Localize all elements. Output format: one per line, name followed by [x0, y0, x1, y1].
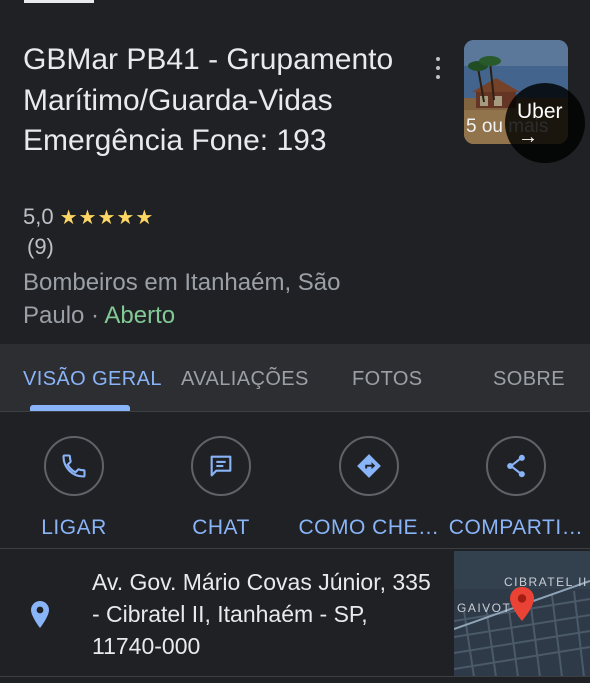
share-icon: [486, 436, 546, 496]
action-buttons: LIGAR CHAT COMO CHE… COMPARTI…: [0, 412, 590, 548]
category-line: Bombeiros em Itanhaém, São Paulo · Abert…: [23, 266, 403, 332]
star-rating-icon: ★★★★★: [59, 206, 155, 229]
bottom-divider: [0, 676, 590, 683]
tab-photos[interactable]: FOTOS: [352, 368, 423, 391]
map-label-gaivota: GAIVOT: [457, 601, 512, 615]
address-text: Av. Gov. Mário Covas Júnior, 335 - Cibra…: [92, 569, 431, 659]
uber-label: Uber: [517, 100, 563, 123]
tab-overview[interactable]: VISÃO GERAL: [23, 368, 162, 391]
address-row[interactable]: Av. Gov. Mário Covas Júnior, 335 - Cibra…: [0, 548, 590, 683]
map-label-cibratel: CIBRATEL II: [504, 575, 588, 589]
call-button[interactable]: LIGAR: [0, 436, 148, 544]
category-text: Bombeiros em Itanhaém, São Paulo: [23, 269, 341, 329]
share-label: COMPARTI…: [448, 516, 584, 539]
rating-value: 5,0: [23, 204, 54, 229]
chat-button[interactable]: CHAT: [147, 436, 295, 544]
location-pin-icon: [31, 601, 49, 628]
directions-label: COMO CHE…: [298, 516, 440, 539]
tab-reviews[interactable]: AVALIAÇÕES: [181, 368, 309, 391]
arrow-right-icon: →: [518, 126, 538, 148]
chat-icon: [191, 436, 251, 496]
chat-label: CHAT: [192, 516, 250, 539]
phone-icon: [44, 436, 104, 496]
directions-button[interactable]: COMO CHE…: [295, 436, 443, 544]
rating-row[interactable]: 5,0 ★★★★★: [23, 203, 154, 231]
place-title: GBMar PB41 - Grupamento Marítimo/Guarda-…: [23, 43, 394, 157]
call-label: LIGAR: [41, 516, 107, 539]
place-header: GBMar PB41 - Grupamento Marítimo/Guarda-…: [0, 8, 590, 344]
separator-dot: ·: [84, 302, 105, 329]
open-status: Aberto: [104, 302, 176, 329]
active-tab-indicator: [30, 405, 130, 411]
tab-bar: VISÃO GERAL AVALIAÇÕES FOTOS SOBRE: [0, 344, 590, 412]
review-count[interactable]: (9): [27, 234, 54, 260]
share-button[interactable]: COMPARTI…: [442, 436, 590, 544]
more-options-icon[interactable]: [428, 54, 448, 82]
map-thumbnail[interactable]: CIBRATEL II GAIVOT: [454, 551, 590, 677]
tab-about[interactable]: SOBRE: [493, 368, 565, 391]
drag-handle[interactable]: [24, 0, 94, 3]
directions-icon: [339, 436, 399, 496]
top-strip: [0, 0, 590, 8]
